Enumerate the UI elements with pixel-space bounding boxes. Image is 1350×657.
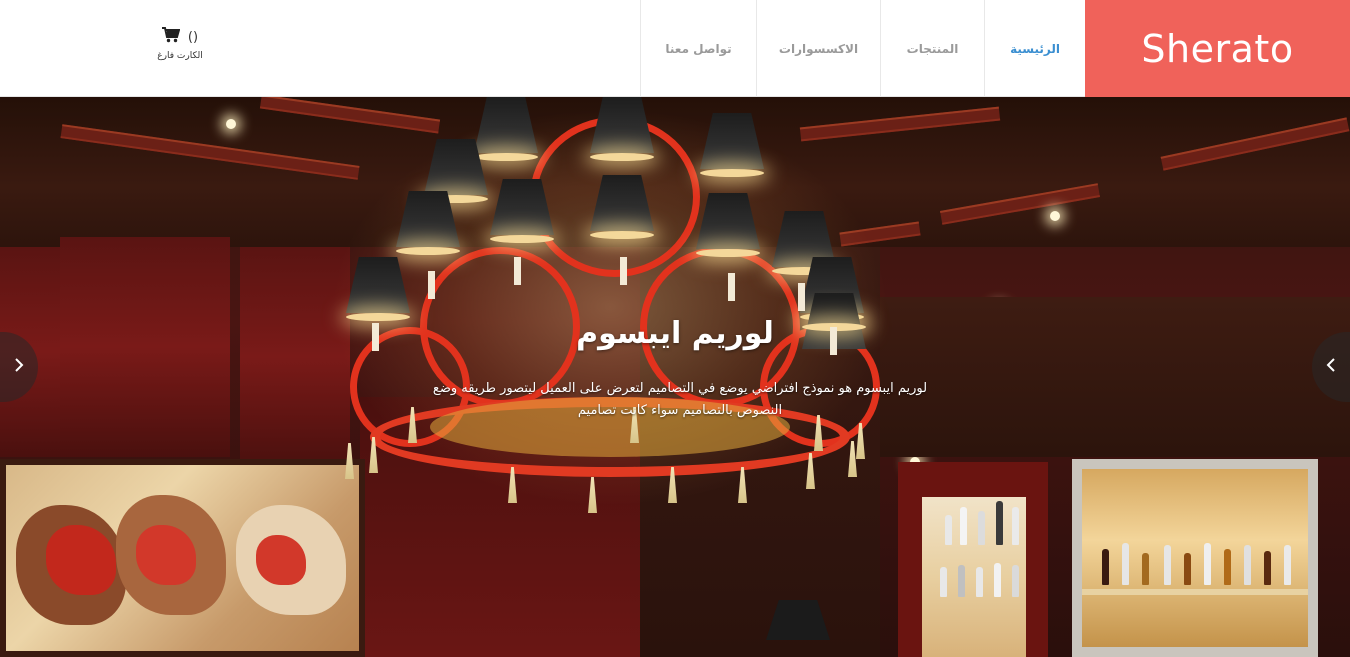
chevron-right-icon <box>14 357 24 377</box>
hero-title: لوريم ايبسوم <box>576 316 774 351</box>
nav-item-accessories[interactable]: الاكسسوارات <box>756 0 880 97</box>
nav-item-products[interactable]: المنتجات <box>880 0 984 97</box>
cart-count: () <box>187 29 199 45</box>
brand-name: Sherato <box>1141 26 1294 71</box>
nav-item-label: تواصل معنا <box>665 41 732 56</box>
nav-item-label: المنتجات <box>906 41 959 56</box>
nav-item-home[interactable]: الرئيسية <box>984 0 1085 97</box>
nav-item-label: الاكسسوارات <box>778 41 859 56</box>
site-header: Sherato الرئيسية المنتجات الاكسسوارات تو… <box>0 0 1350 97</box>
chevron-left-icon <box>1326 357 1336 377</box>
hero-slider: لوريم ايبسوم لوريم ايبسوم هو نموذج افترا… <box>0 97 1350 657</box>
nav-item-label: الرئيسية <box>1010 41 1060 56</box>
cart-icon[interactable] <box>161 27 181 47</box>
brand-logo[interactable]: Sherato <box>1085 0 1350 97</box>
hero-description: لوريم ايبسوم هو نموذج افتراضي يوضع في ال… <box>432 381 928 418</box>
cart-widget[interactable]: () الكارت فارغ <box>148 26 212 66</box>
cart-status-label: الكارت فارغ <box>157 51 203 61</box>
nav-item-contact[interactable]: تواصل معنا <box>640 0 756 97</box>
